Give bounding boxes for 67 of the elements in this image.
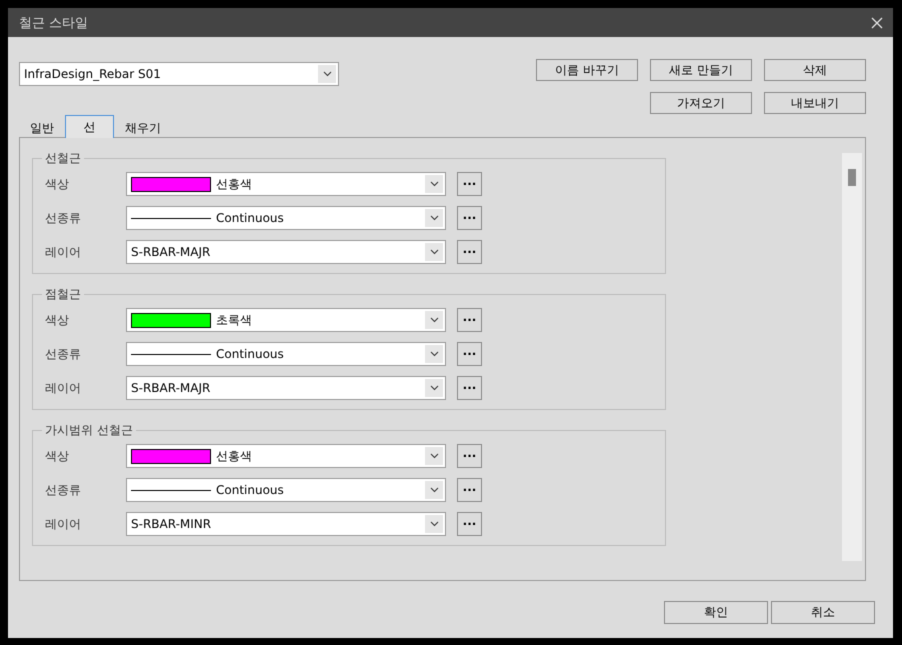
action-button[interactable]: 가져오기 (650, 92, 752, 114)
linetype-dropdown[interactable]: Continuous (126, 206, 446, 230)
layer-dropdown[interactable]: S-RBAR-MINR (126, 512, 446, 536)
browse-button[interactable]: ... (457, 478, 482, 502)
field-label: 색상 (45, 312, 70, 328)
color-dropdown[interactable]: 선홍색 (126, 172, 446, 196)
browse-button[interactable]: ... (457, 376, 482, 400)
color-value: 선홍색 (216, 448, 252, 464)
tab[interactable]: 일반 (19, 117, 65, 138)
chevron-down-icon (322, 71, 332, 77)
dialog-button[interactable]: 취소 (771, 601, 875, 624)
color-dropdown[interactable]: 선홍색 (126, 444, 446, 468)
chevron-down-icon (430, 249, 438, 255)
chevron-down-icon (430, 453, 438, 459)
linetype-value: Continuous (216, 347, 284, 361)
close-icon[interactable] (869, 14, 885, 30)
line-sample-icon (131, 352, 211, 356)
group-title: 점철근 (44, 286, 82, 303)
chevron-down-icon (430, 215, 438, 221)
group-title: 선철근 (44, 150, 82, 167)
linetype-dropdown[interactable]: Continuous (126, 478, 446, 502)
color-value: 선홍색 (216, 176, 252, 192)
line-sample-icon (131, 216, 211, 220)
line-sample-icon (131, 488, 211, 492)
linetype-value: Continuous (216, 483, 284, 497)
browse-button[interactable]: ... (457, 206, 482, 230)
browse-button[interactable]: ... (457, 172, 482, 196)
field-label: 레이어 (45, 380, 82, 396)
scrollbar[interactable] (842, 153, 862, 561)
color-dropdown[interactable]: 초록색 (126, 308, 446, 332)
action-button[interactable]: 이름 바꾸기 (536, 59, 638, 81)
tab[interactable]: 선 (65, 115, 114, 138)
linetype-value: Continuous (216, 211, 284, 225)
chevron-down-icon (430, 487, 438, 493)
chevron-down-icon (430, 385, 438, 391)
layer-value: S-RBAR-MAJR (131, 381, 210, 395)
color-value: 초록색 (216, 312, 252, 328)
field-label: 색상 (45, 448, 70, 464)
layer-dropdown[interactable]: S-RBAR-MAJR (126, 376, 446, 400)
field-label: 선종류 (45, 210, 82, 226)
browse-button[interactable]: ... (457, 444, 482, 468)
browse-button[interactable]: ... (457, 240, 482, 264)
field-label: 레이어 (45, 244, 82, 260)
chevron-down-icon (430, 351, 438, 357)
action-button[interactable]: 내보내기 (764, 92, 866, 114)
scrollbar-thumb[interactable] (848, 169, 856, 186)
chevron-down-icon (430, 521, 438, 527)
tab[interactable]: 채우기 (114, 117, 172, 138)
browse-button[interactable]: ... (457, 512, 482, 536)
chevron-down-icon (430, 181, 438, 187)
linetype-dropdown[interactable]: Continuous (126, 342, 446, 366)
field-label: 선종류 (45, 482, 82, 498)
chevron-down-icon (430, 317, 438, 323)
browse-button[interactable]: ... (457, 308, 482, 332)
browse-button[interactable]: ... (457, 342, 482, 366)
group-title: 가시범위 선철근 (44, 422, 134, 439)
field-label: 레이어 (45, 516, 82, 532)
window-title: 철근 스타일 (19, 14, 88, 32)
field-label: 선종류 (45, 346, 82, 362)
style-dropdown[interactable]: InfraDesign_Rebar S01 (19, 62, 339, 86)
action-button[interactable]: 새로 만들기 (650, 59, 752, 81)
layer-dropdown[interactable]: S-RBAR-MAJR (126, 240, 446, 264)
action-button[interactable]: 삭제 (764, 59, 866, 81)
field-label: 색상 (45, 176, 70, 192)
dialog-button[interactable]: 확인 (664, 601, 768, 624)
layer-value: S-RBAR-MINR (131, 517, 212, 531)
layer-value: S-RBAR-MAJR (131, 245, 210, 259)
